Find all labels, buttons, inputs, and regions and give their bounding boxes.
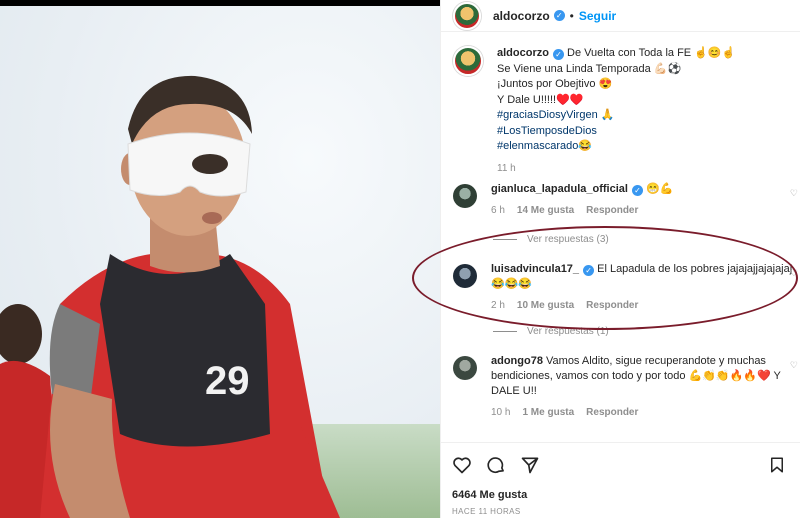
action-icons — [452, 455, 540, 475]
comment-likes[interactable]: 1 Me gusta — [522, 405, 574, 420]
verified-badge-icon: ✓ — [552, 49, 564, 60]
caption-line: Se Viene una Linda Temporada 💪🏻⚽ — [497, 62, 682, 75]
comment-body: gianluca_lapadula_official ✓ 😁💪 6 h 14 Me… — [491, 182, 673, 218]
commenter-avatar[interactable] — [453, 184, 477, 208]
caption-username[interactable]: aldocorzo — [497, 47, 549, 59]
comment-meta: 10 h 1 Me gusta Responder — [491, 405, 798, 420]
caption-line: Y Dale U!!!!!♥️♥️ — [497, 93, 584, 106]
hashtag-link[interactable]: #elenmascarado😂 — [497, 139, 735, 155]
commenter-username[interactable]: gianluca_lapadula_official — [491, 183, 628, 195]
instagram-post-screenshot: 29 aldocorzo ✓ • Seguir aldocorzo ✓ De V… — [0, 0, 800, 518]
replies-line — [493, 331, 517, 332]
reply-button[interactable]: Responder — [586, 203, 638, 218]
svg-text:29: 29 — [205, 359, 250, 403]
top-border — [0, 0, 440, 6]
post-timestamp: HACE 11 HORAS — [452, 507, 521, 516]
heart-icon[interactable] — [452, 455, 472, 475]
comment-text: 😁💪 — [646, 183, 674, 195]
author-avatar[interactable] — [453, 1, 481, 30]
comment-like-heart-icon[interactable]: ♡ — [790, 188, 798, 199]
comment-item: adongo78 Vamos Aldito, sigue recuperando… — [453, 354, 798, 420]
commenter-avatar[interactable] — [453, 356, 477, 380]
player-illustration: 29 — [0, 75, 340, 518]
comment-like-heart-icon[interactable]: ♡ — [790, 360, 798, 371]
comment-icon[interactable] — [486, 455, 506, 475]
verified-badge-icon: ✓ — [631, 185, 643, 196]
post-like-count[interactable]: 6464 Me gusta — [452, 489, 527, 501]
comment-meta: 6 h 14 Me gusta Responder — [491, 203, 673, 218]
post-actions-bar: 6464 Me gusta HACE 11 HORAS — [440, 442, 800, 518]
reply-button[interactable]: Responder — [586, 405, 638, 420]
caption-body: aldocorzo ✓ De Vuelta con Toda la FE ☝️😊☝… — [497, 46, 735, 176]
hashtag-link[interactable]: #LosTiemposdeDios — [497, 124, 735, 140]
share-icon[interactable] — [520, 455, 540, 475]
verified-badge-icon: ✓ — [553, 10, 565, 21]
follow-button[interactable]: Seguir — [579, 9, 616, 23]
caption-avatar[interactable] — [453, 46, 483, 76]
commenter-username[interactable]: adongo78 — [491, 355, 543, 367]
post-caption: aldocorzo ✓ De Vuelta con Toda la FE ☝️😊☝… — [453, 46, 793, 176]
comment-item: gianluca_lapadula_official ✓ 😁💪 6 h 14 Me… — [453, 182, 798, 218]
comment-body: adongo78 Vamos Aldito, sigue recuperando… — [491, 354, 798, 420]
caption-line: De Vuelta con Toda la FE ☝️😊☝️ — [567, 47, 736, 59]
comment-time: 10 h — [491, 407, 511, 418]
separator-dot: • — [569, 8, 574, 23]
highlight-ring — [412, 226, 798, 330]
hashtag-link[interactable]: #graciasDiosyVirgen 🙏 — [497, 108, 735, 124]
post-photo: 29 — [0, 4, 440, 518]
author-username[interactable]: aldocorzo — [493, 9, 550, 23]
caption-line: ¡Juntos por Obejtivo 😍 — [497, 78, 613, 90]
comment-likes[interactable]: 14 Me gusta — [517, 203, 574, 218]
bookmark-icon[interactable] — [768, 455, 786, 475]
comment-time: 6 h — [491, 205, 505, 216]
post-header: aldocorzo ✓ • Seguir — [441, 0, 800, 32]
caption-timestamp: 11 h — [497, 162, 516, 174]
